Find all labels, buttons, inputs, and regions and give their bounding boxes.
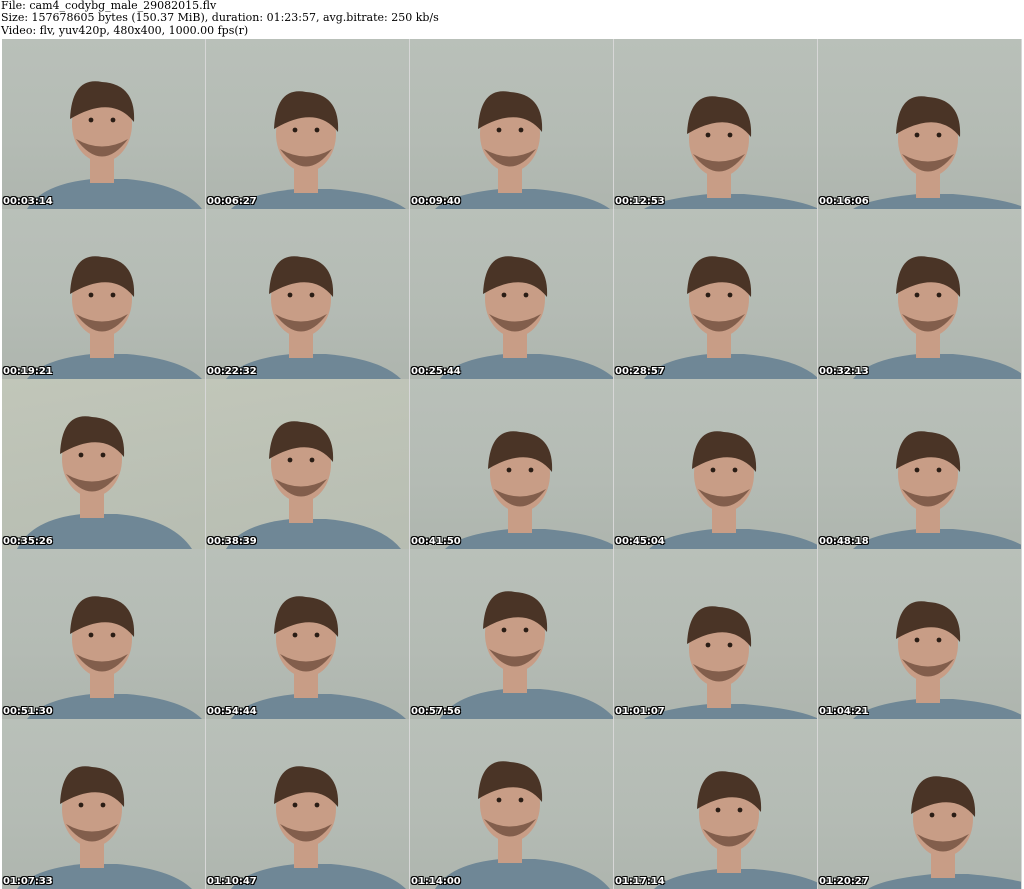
video-thumbnail: 00:06:27 [206,39,410,209]
timestamp-label: 01:04:21 [819,706,869,717]
video-thumbnail: 01:20:27 [818,719,1022,889]
video-thumbnail: 00:51:30 [2,549,206,719]
timestamp-label: 00:19:21 [3,366,53,377]
timestamp-label: 01:07:33 [3,876,53,887]
video-thumbnail: 00:54:44 [206,549,410,719]
person-frame-icon [644,96,817,209]
timestamp-label: 00:57:56 [411,706,461,717]
video-thumbnail: 00:25:44 [410,209,614,379]
video-thumbnail: 00:48:18 [818,379,1022,549]
video-thumbnail: 00:57:56 [410,549,614,719]
person-frame-icon [853,256,1021,379]
person-frame-icon [440,256,613,379]
person-frame-icon [853,96,1021,209]
video-thumbnail: 00:45:04 [614,379,818,549]
person-frame-icon [435,761,610,889]
timestamp-label: 01:01:07 [615,706,665,717]
video-thumbnail: 01:10:47 [206,719,410,889]
person-frame-icon [226,421,401,549]
video-thumbnail: 01:04:21 [818,549,1022,719]
file-size-line: Size: 157678605 bytes (150.37 MiB), dura… [1,11,439,25]
person-frame-icon [27,256,202,379]
video-thumbnail: 00:28:57 [614,209,818,379]
person-frame-icon [853,431,1021,549]
person-frame-icon [435,91,610,209]
timestamp-label: 01:10:47 [207,876,257,887]
person-frame-icon [231,91,406,209]
timestamp-label: 00:25:44 [411,366,461,377]
timestamp-label: 00:41:50 [411,536,461,547]
timestamp-label: 00:45:04 [615,536,665,547]
person-frame-icon [644,606,817,719]
timestamp-label: 00:03:14 [3,196,53,207]
person-frame-icon [226,256,401,379]
video-thumbnail: 00:03:14 [2,39,206,209]
timestamp-label: 01:20:27 [819,876,869,887]
person-frame-icon [17,766,192,889]
timestamp-label: 00:38:39 [207,536,257,547]
video-thumbnail: 01:01:07 [614,549,818,719]
person-frame-icon [644,256,817,379]
timestamp-label: 00:06:27 [207,196,257,207]
timestamp-label: 01:14:00 [411,876,461,887]
video-thumbnail: 00:32:13 [818,209,1022,379]
timestamp-label: 00:32:13 [819,366,869,377]
person-frame-icon [445,431,613,549]
person-frame-icon [853,601,1021,719]
video-thumbnail: 00:16:06 [818,39,1022,209]
video-thumbnail: 00:22:32 [206,209,410,379]
timestamp-label: 00:28:57 [615,366,665,377]
file-info-header: File: cam4_codybg_male_29082015.flv Size:… [1,0,439,37]
video-thumbnail: 01:17:14 [614,719,818,889]
timestamp-label: 00:48:18 [819,536,869,547]
video-thumbnail: 00:38:39 [206,379,410,549]
video-thumbnail: 00:35:26 [2,379,206,549]
timestamp-label: 01:17:14 [615,876,665,887]
timestamp-label: 00:16:06 [819,196,869,207]
person-frame-icon [17,416,192,549]
video-thumbnail: 01:07:33 [2,719,206,889]
video-thumbnail: 00:12:53 [614,39,818,209]
timestamp-label: 00:09:40 [411,196,461,207]
person-frame-icon [27,596,202,719]
video-thumbnail: 00:19:21 [2,209,206,379]
timestamp-label: 00:54:44 [207,706,257,717]
person-frame-icon [440,591,613,719]
person-frame-icon [27,81,202,209]
video-thumbnail: 00:41:50 [410,379,614,549]
video-thumbnail: 01:14:00 [410,719,614,889]
video-info-line: Video: flv, yuv420p, 480x400, 1000.00 fp… [1,23,249,37]
video-thumbnail: 00:09:40 [410,39,614,209]
timestamp-label: 00:12:53 [615,196,665,207]
timestamp-label: 00:22:32 [207,366,257,377]
person-frame-icon [231,766,406,889]
thumbnail-grid: 00:03:14 00:06:27 00:09:40 00:12:53 00:16:06… [2,39,1022,889]
person-frame-icon [654,771,817,889]
timestamp-label: 00:35:26 [3,536,53,547]
person-frame-icon [868,776,1021,889]
person-frame-icon [649,431,817,549]
person-frame-icon [231,596,406,719]
timestamp-label: 00:51:30 [3,706,53,717]
